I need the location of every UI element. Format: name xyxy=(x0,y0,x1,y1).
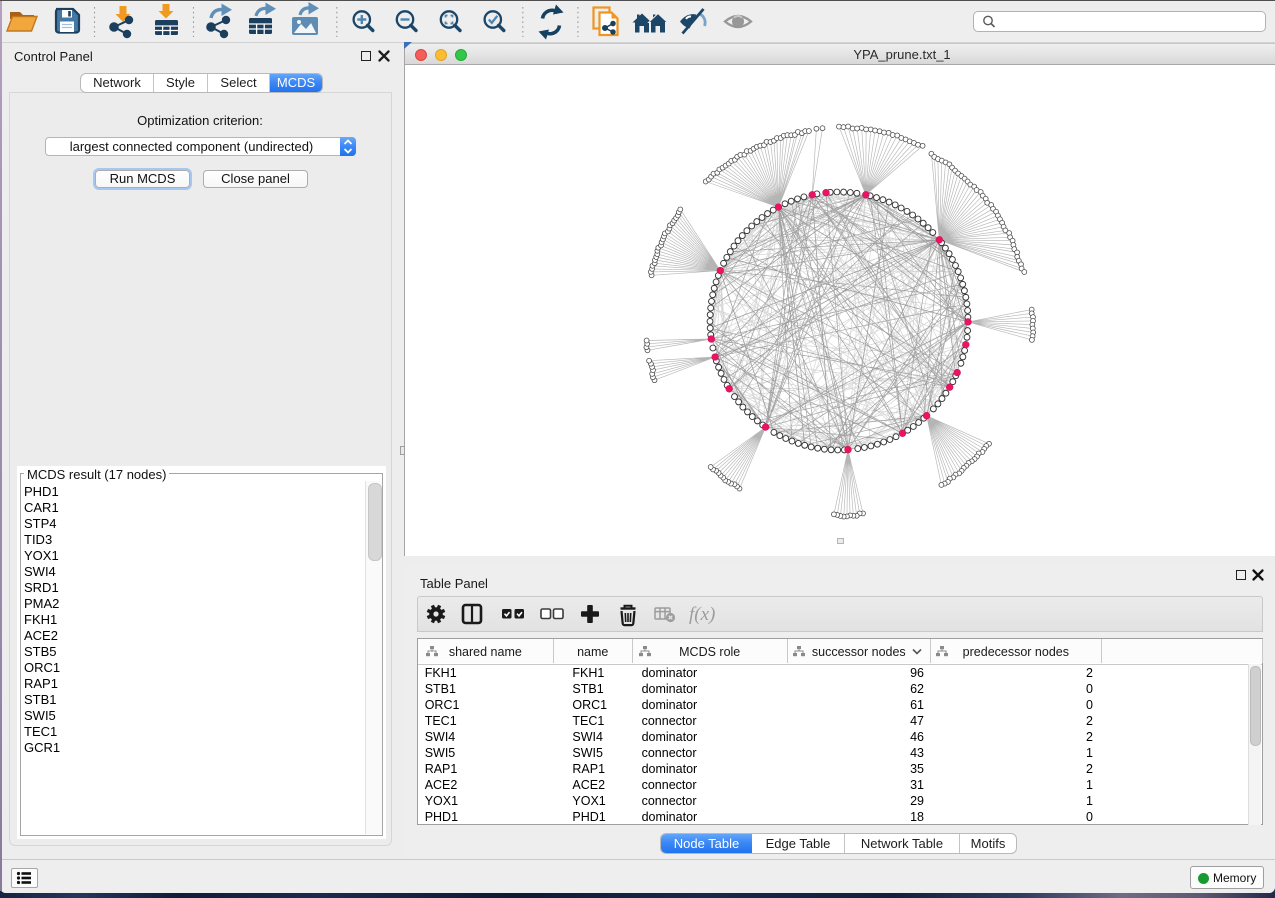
svg-text:f(x): f(x) xyxy=(689,604,715,625)
